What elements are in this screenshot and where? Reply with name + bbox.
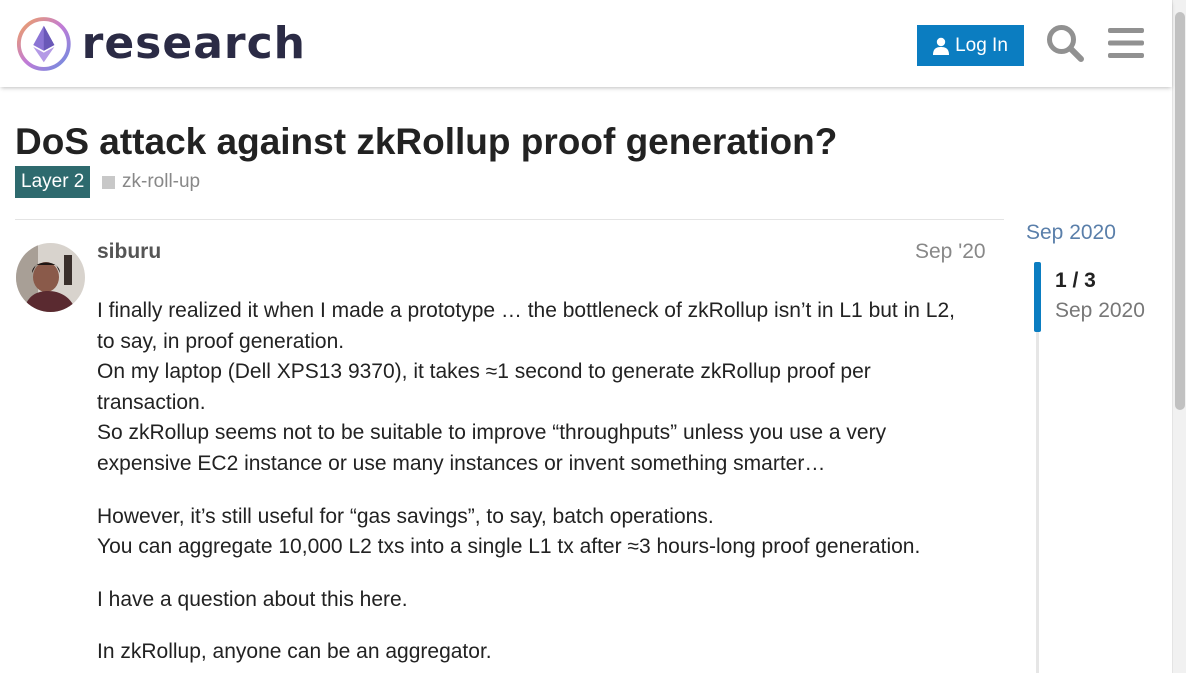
page-scrollbar[interactable] xyxy=(1172,0,1186,673)
topic-tag[interactable]: zk-roll-up xyxy=(102,168,200,196)
tag-square-icon xyxy=(102,175,115,189)
timeline-current-date: Sep 2020 xyxy=(1055,299,1145,322)
post-line: However, it’s still useful for “gas savi… xyxy=(97,504,714,528)
post-date[interactable]: Sep '20 xyxy=(915,240,986,264)
login-label: Log In xyxy=(955,34,1008,56)
post-line: In zkRollup, anyone can be an aggregator… xyxy=(97,640,492,664)
post-line: So zkRollup seems not to be suitable to … xyxy=(97,421,887,445)
search-icon xyxy=(1047,25,1084,62)
post-line: I have a question about this here. xyxy=(97,587,408,611)
hamburger-menu-button[interactable] xyxy=(1103,20,1149,66)
site-header: research Log In xyxy=(0,0,1172,87)
hamburger-menu-icon xyxy=(1108,28,1144,58)
post-username[interactable]: siburu xyxy=(97,240,161,264)
category-badge[interactable]: Layer 2 xyxy=(15,166,91,198)
post-paragraph: I finally realized it when I made a prot… xyxy=(97,296,1002,480)
site-logo[interactable]: research xyxy=(16,14,306,74)
post-line: You can aggregate 10,000 L2 txs into a s… xyxy=(97,535,921,559)
avatar[interactable] xyxy=(16,243,85,312)
login-button[interactable]: Log In xyxy=(917,25,1024,66)
tag-label: zk-roll-up xyxy=(122,171,201,192)
scrollbar-thumb[interactable] xyxy=(1175,12,1185,410)
post-line: I finally realized it when I made a prot… xyxy=(97,299,955,322)
topic-divider xyxy=(15,219,1004,220)
post-body: I finally realized it when I made a prot… xyxy=(97,296,1002,673)
user-icon xyxy=(933,37,950,55)
avatar-image xyxy=(16,243,85,312)
timeline-handle[interactable] xyxy=(1034,262,1041,332)
ethereum-logo-icon xyxy=(16,17,71,71)
post-line: On my laptop (Dell XPS13 9370), it takes… xyxy=(97,360,871,384)
post-line: to say, in proof generation. xyxy=(97,329,345,353)
timeline-start-date[interactable]: Sep 2020 xyxy=(1026,221,1116,245)
post-paragraph: In zkRollup, anyone can be an aggregator… xyxy=(97,637,1002,668)
post-line: expensive EC2 instance or use many insta… xyxy=(97,451,826,475)
timeline-post-count: 1 / 3 xyxy=(1055,269,1096,292)
post-line: transaction. xyxy=(97,390,206,414)
post-paragraph: I have a question about this here. xyxy=(97,585,1002,616)
topic-title[interactable]: DoS attack against zkRollup proof genera… xyxy=(15,120,837,164)
logo-text: research xyxy=(81,18,306,69)
search-button[interactable] xyxy=(1042,20,1088,66)
post-paragraph: However, it’s still useful for “gas savi… xyxy=(97,502,1002,563)
